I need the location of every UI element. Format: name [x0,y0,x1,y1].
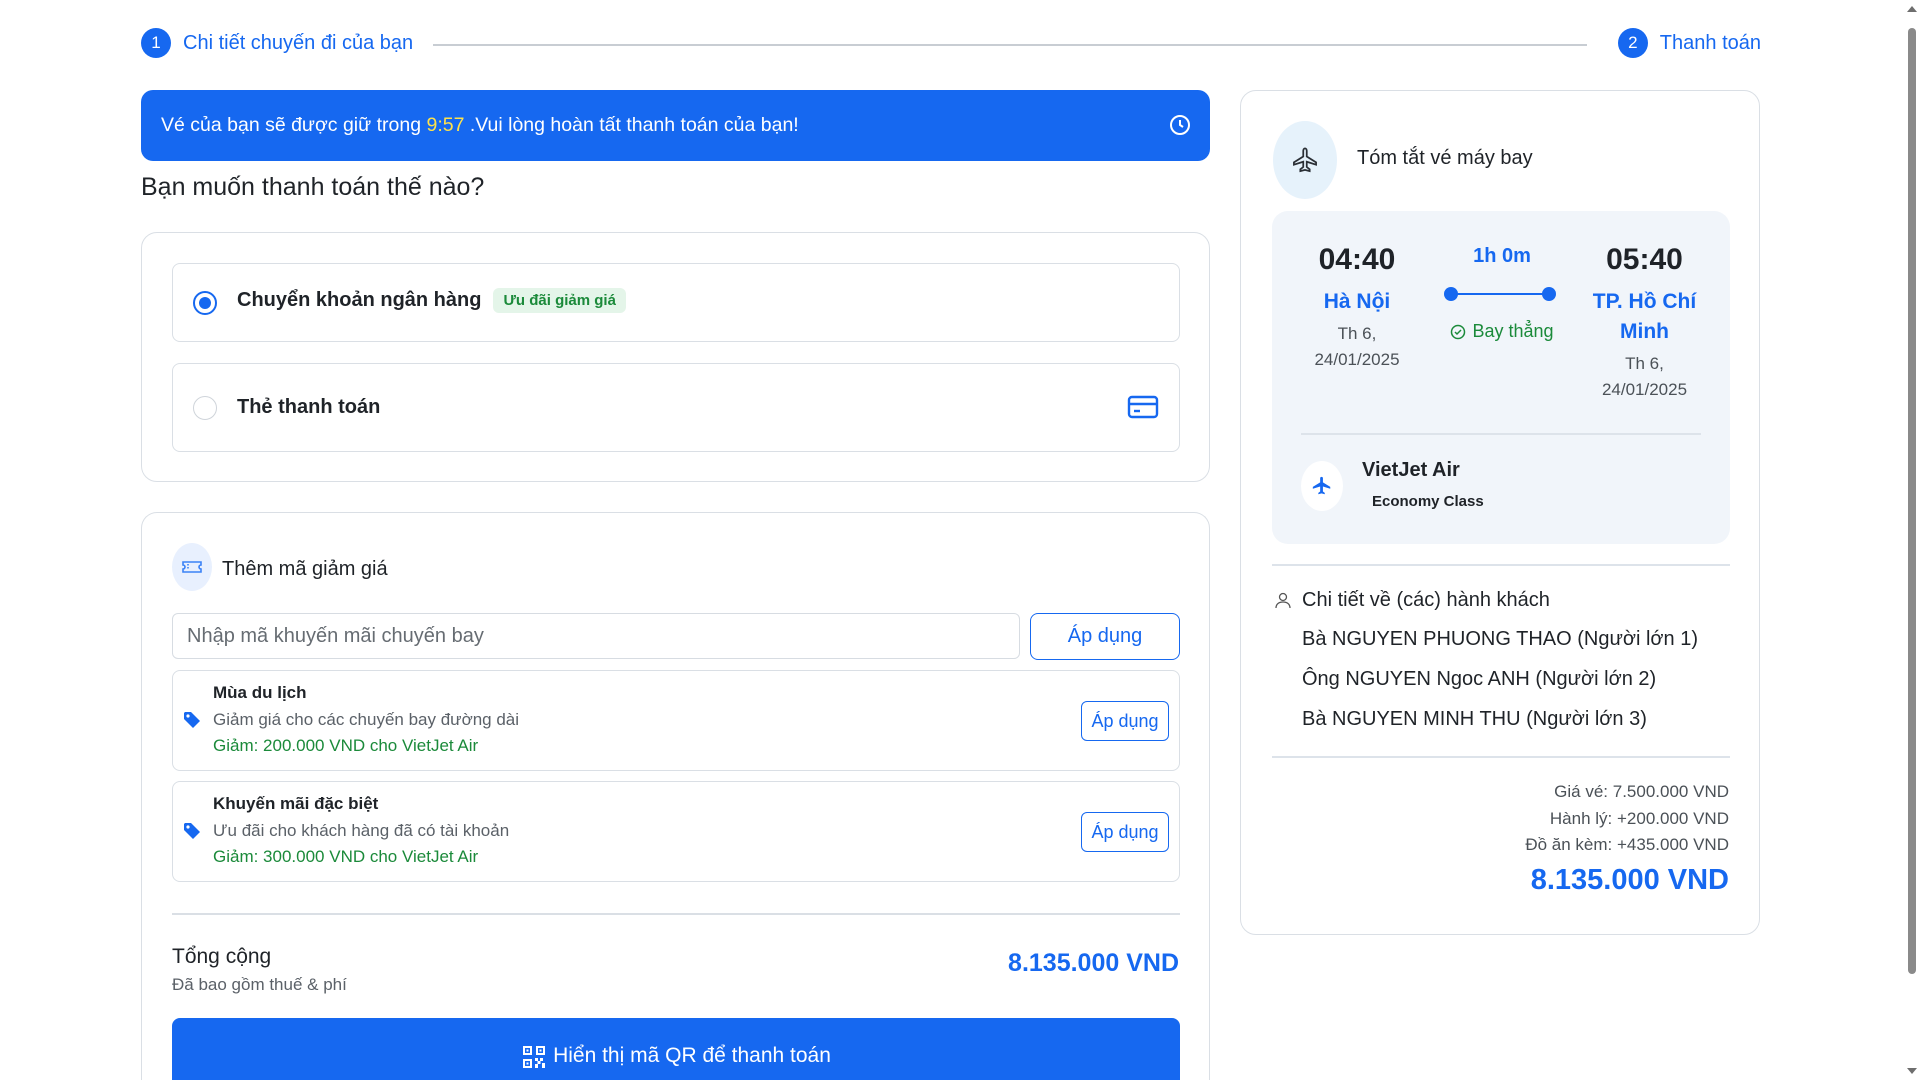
apply-promo-button[interactable]: Áp dụng [1081,701,1169,741]
promo-value: Giảm: 300.000 VND cho VietJet Air [213,847,479,866]
step-number: 2 [1617,28,1648,58]
step-label: Chi tiết chuyến đi của bạn [183,31,414,54]
promo-item: Khuyến mãi đặc biệt Ưu đãi cho khách hàn… [172,781,1180,882]
departure-day: Th 6, [1337,324,1377,343]
scroll-thumb[interactable] [1908,28,1916,974]
method-payment-card[interactable]: Thẻ thanh toán [172,363,1180,452]
credit-card-icon [1127,395,1159,419]
passenger-item: Bà NGUYEN MINH THU (Người lớn 3) [1302,708,1647,730]
user-icon [1275,592,1291,609]
qr-button-label: Hiển thị mã QR để thanh toán [553,1044,831,1067]
promo-value: Giảm: 200.000 VND cho VietJet Air [213,736,479,755]
apply-code-button[interactable]: Áp dụng [1030,613,1180,660]
airline-logo [1301,461,1343,511]
hold-timer-banner: Vé của bạn sẽ được giữ trong 9:57 .Vui l… [141,90,1210,161]
promo-item: Mùa du lịch Giảm giá cho các chuyến bay … [172,670,1180,771]
divider [1272,756,1730,758]
summary-title: Tóm tắt vé máy bay [1357,147,1533,169]
total-amount: 8.135.000 VND [1008,949,1179,977]
method-label: Chuyển khoản ngân hàng [237,289,482,311]
promo-description: Ưu đãi cho khách hàng đã có tài khoản [213,821,510,840]
page-scrollbar[interactable] [1903,0,1920,1080]
arrival-date: 24/01/2025 [1601,380,1688,399]
departure-city: Hà Nội [1323,290,1391,313]
arrival-city: TP. Hồ Chí Minh [1592,290,1697,343]
payment-question: Bạn muốn thanh toán thế nào? [141,173,485,201]
total-label: Tổng cộng [172,945,272,968]
promo-name: Khuyến mãi đặc biệt [213,794,379,813]
cabin-class: Economy Class [1372,493,1484,510]
divider [1301,433,1701,435]
flight-duration: 1h 0m [1473,245,1531,267]
route-line [1450,293,1548,295]
tag-icon [184,823,200,839]
ticket-icon [182,561,202,573]
step-trip-details[interactable]: 1 Chi tiết chuyến đi của bạn [141,28,413,58]
check-circle-icon [1451,324,1466,339]
ticket-icon-circle [172,543,212,591]
route-start-dot [1444,287,1458,301]
banner-text-suffix: .Vui lòng hoàn tất thanh toán của bạn! [464,114,799,136]
departure-info: 04:40 Hà Nội Th 6, 24/01/2025 [1292,243,1422,373]
arrival-info: 05:40 TP. Hồ Chí Minh Th 6, 24/01/2025 [1577,243,1712,403]
method-label: Thẻ thanh toán [237,396,381,418]
plane-icon-circle [1273,121,1337,199]
stepper-line [433,44,1587,46]
total-subtext: Đã bao gồm thuế & phí [172,975,347,994]
flight-summary-card: Tóm tắt vé máy bay 04:40 Hà Nội Th 6, 24… [1240,90,1760,935]
promo-name: Mùa du lịch [213,683,307,702]
divider [172,913,1180,915]
banner-text-prefix: Vé của bạn sẽ được giữ trong [161,114,427,136]
hold-timer: 9:57 [426,114,465,136]
passenger-list: Bà NGUYEN PHUONG THAO (Người lớn 1) Ông … [1302,627,1698,747]
clock-icon [1170,115,1190,135]
voucher-card: Thêm mã giảm giá Áp dụng Mùa du lịch Giả… [141,512,1210,1080]
radio-selected[interactable] [193,290,217,315]
ticket-price: Giá vé: 7.500.000 VND [1554,782,1729,801]
discount-badge: Ưu đãi giảm giá [493,288,626,313]
passenger-item: Ông NGUYEN Ngoc ANH (Người lớn 2) [1302,668,1657,690]
flight-details-box: 04:40 Hà Nội Th 6, 24/01/2025 1h 0m Bay … [1272,211,1730,544]
qr-code-icon [523,1046,546,1068]
radio-unselected[interactable] [193,395,217,420]
promo-description: Giảm giá cho các chuyến bay đường dài [213,710,520,729]
tag-icon [184,712,200,728]
show-qr-button[interactable]: Hiển thị mã QR để thanh toán [172,1018,1180,1080]
arrival-day: Th 6, [1625,354,1664,373]
voucher-title: Thêm mã giảm giá [222,558,388,580]
price-breakdown: Giá vé: 7.500.000 VND Hành lý: +200.000 … [1525,779,1729,859]
direct-flight-label: Bay thẳng [1432,321,1572,342]
step-label: Thanh toán [1659,31,1761,54]
baggage-price: Hành lý: +200.000 VND [1549,808,1729,828]
arrival-time: 05:40 [1606,243,1683,276]
airplane-icon [1293,147,1317,173]
promo-code-input[interactable] [172,613,1020,659]
departure-time: 04:40 [1318,243,1396,276]
grand-total: 8.135.000 VND [1530,864,1729,896]
passenger-item: Bà NGUYEN PHUONG THAO (Người lớn 1) [1302,628,1698,650]
departure-date: 24/01/2025 [1314,350,1400,369]
scroll-down-arrow-icon[interactable] [1907,1068,1917,1074]
method-bank-transfer[interactable]: Chuyển khoản ngân hàng Ưu đãi giảm giá [172,263,1180,342]
divider [1272,564,1730,566]
scroll-up-arrow-icon[interactable] [1907,6,1917,12]
passengers-title: Chi tiết về (các) hành khách [1302,589,1550,611]
payment-methods-card: Chuyển khoản ngân hàng Ưu đãi giảm giá T… [141,232,1210,482]
step-number: 1 [141,28,171,58]
flight-type: Bay thẳng [1472,321,1554,341]
checkout-stepper: 1 Chi tiết chuyến đi của bạn 2 Thanh toá… [141,28,1761,62]
meal-price: Đồ ăn kèm: +435.000 VND [1525,835,1729,854]
route-end-dot [1542,287,1556,301]
apply-promo-button[interactable]: Áp dụng [1081,812,1169,852]
airline-plane-icon [1312,476,1331,495]
step-payment[interactable]: 2 Thanh toán [1617,28,1761,58]
airline-name: VietJet Air [1362,459,1460,481]
